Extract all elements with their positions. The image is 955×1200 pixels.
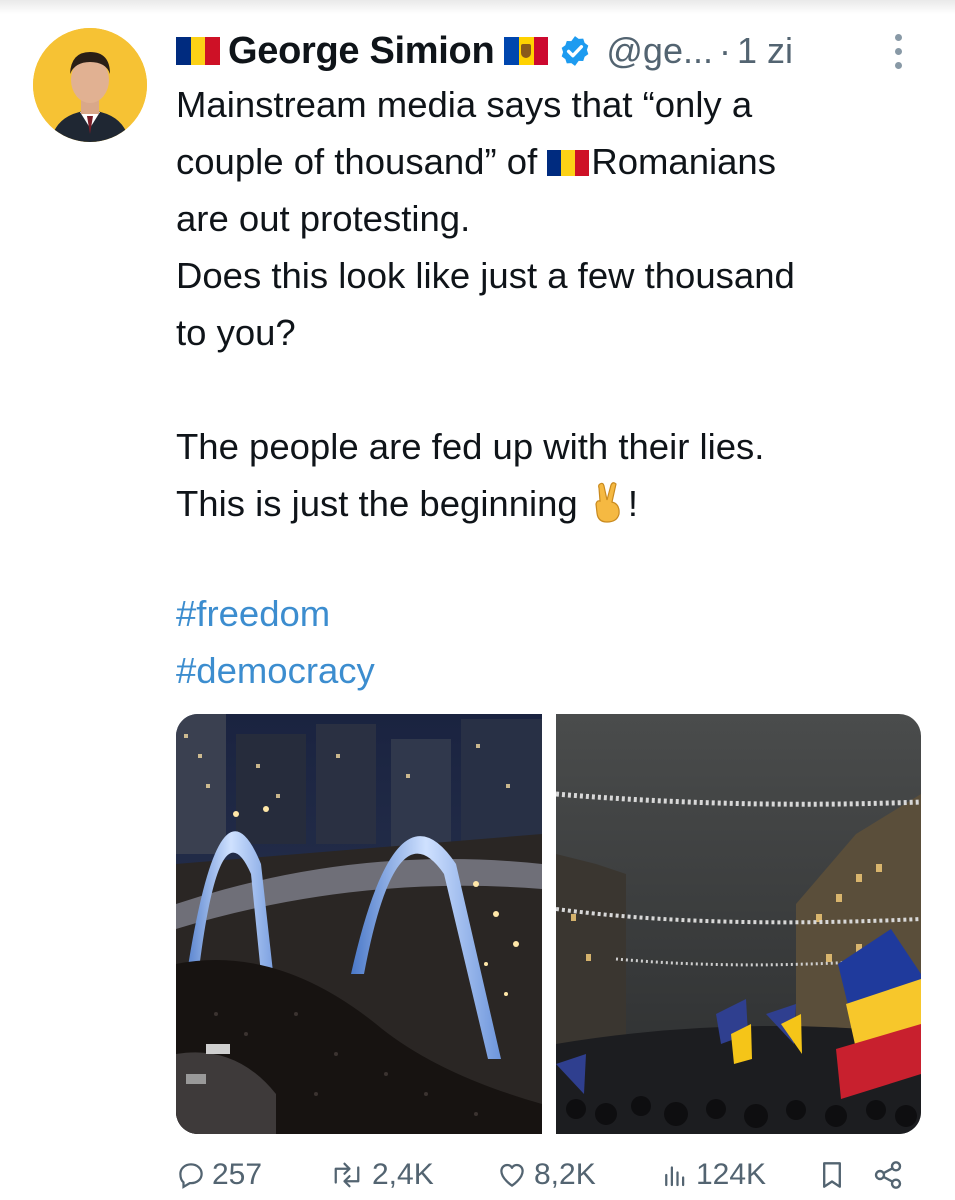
reply-count: 257	[212, 1158, 263, 1191]
tweet-text: Mainstream media says that “only a coupl…	[176, 76, 936, 532]
tweet-line-part: couple of thousand” of	[176, 141, 548, 182]
header-separator: ·	[718, 30, 731, 71]
more-options-icon[interactable]	[886, 30, 910, 74]
like-icon	[500, 1163, 524, 1187]
tweet-timestamp[interactable]: 1 zi	[737, 30, 793, 72]
victory-hand-emoji	[595, 482, 620, 523]
tweet-line: are out protesting.	[176, 198, 471, 239]
tweet-line-part: This is just the beginning	[176, 483, 588, 524]
tweet-line: This is just the beginning !	[176, 475, 936, 532]
hashtags: #freedom #democracy	[176, 585, 375, 699]
protest-bridge-photo[interactable]	[176, 714, 542, 1134]
hashtag-link[interactable]: #democracy	[176, 642, 375, 699]
views-count: 124K	[696, 1158, 767, 1191]
author-handle[interactable]: @ge...	[606, 30, 713, 72]
repost-button[interactable]: 2,4K	[328, 1152, 434, 1198]
tweet-line: couple of thousand” of Romanians	[176, 133, 936, 190]
like-button[interactable]: 8,2K	[496, 1152, 596, 1198]
like-count: 8,2K	[534, 1158, 596, 1191]
protest-street-photo[interactable]	[556, 714, 921, 1134]
views-icon	[665, 1166, 685, 1187]
avatar[interactable]	[33, 28, 147, 142]
bookmark-button[interactable]	[819, 1152, 851, 1198]
media-grid	[176, 714, 921, 1134]
tweet-line: Does this look like just a few thousand	[176, 255, 795, 296]
author-name[interactable]: George Simion	[228, 30, 495, 73]
reply-button[interactable]: 257	[176, 1152, 262, 1198]
tweet-line-part: Romanians	[591, 141, 776, 182]
tweet-line: to you?	[176, 312, 296, 353]
repost-icon	[334, 1162, 360, 1188]
bookmark-icon	[823, 1162, 841, 1188]
verified-badge-icon[interactable]	[558, 34, 592, 68]
tweet-line: The people are fed up with their lies.	[176, 426, 765, 467]
romania-flag-icon	[176, 37, 221, 65]
tweet-header: George Simion @ge... · 1 zi	[176, 26, 916, 76]
share-button[interactable]	[871, 1152, 911, 1198]
moldova-flag-icon	[504, 37, 549, 65]
hashtag-link[interactable]: #freedom	[176, 585, 375, 642]
romania-flag-icon	[547, 150, 590, 176]
share-icon	[874, 1161, 902, 1189]
repost-count: 2,4K	[372, 1158, 434, 1191]
tweet-line: Mainstream media says that “only a	[176, 84, 753, 125]
tweet-actions: 257 2,4K 8,2K 124K	[176, 1152, 916, 1198]
top-edge	[0, 0, 955, 14]
views-button[interactable]: 124K	[660, 1152, 766, 1198]
reply-icon	[179, 1163, 203, 1189]
tweet-line-part: !	[627, 483, 639, 524]
